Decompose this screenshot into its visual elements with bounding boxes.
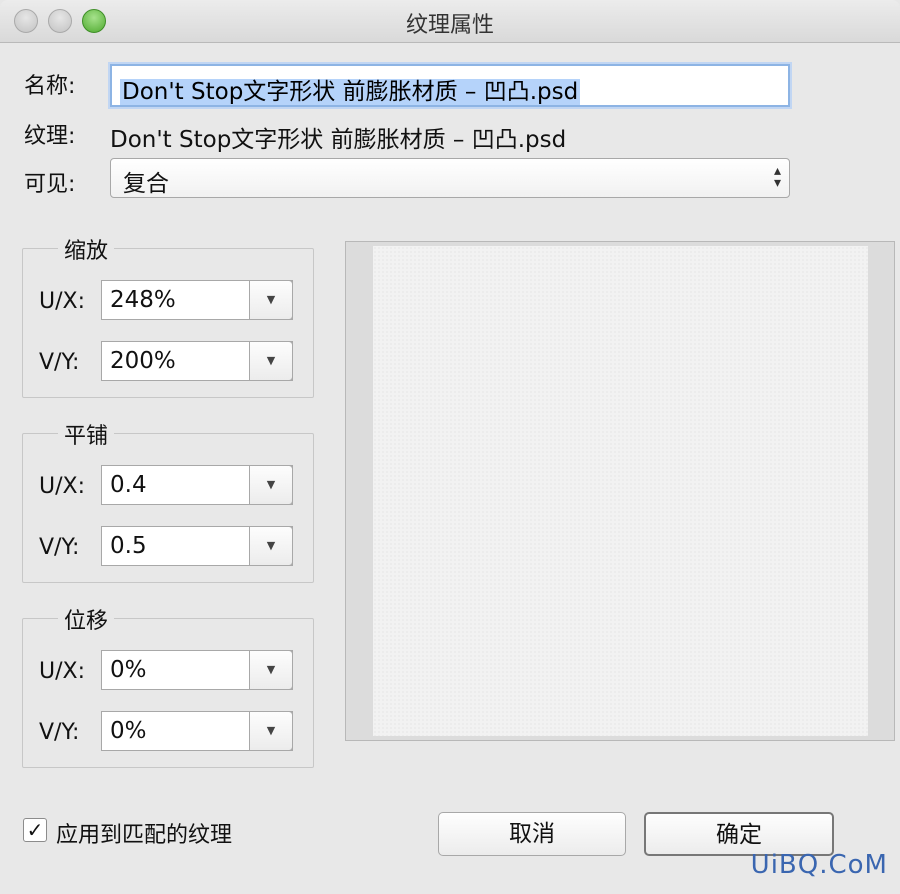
tile-ux-label: U/X: [39, 474, 85, 499]
chevron-down-icon: ▼ [266, 539, 276, 552]
cancel-button[interactable]: 取消 [438, 812, 626, 856]
name-field-value: Don't Stop文字形状 前膨胀材质 – 凹凸.psd [120, 79, 581, 105]
offset-group-title: 位移 [58, 603, 115, 635]
title-bar: 纹理属性 [0, 0, 900, 43]
name-label: 名称: [24, 74, 76, 99]
scale-ux-combo[interactable]: 248% ▼ [101, 280, 293, 320]
offset-ux-label: U/X: [39, 659, 85, 684]
scale-vy-label: V/Y: [39, 350, 80, 375]
scale-ux-label: U/X: [39, 289, 85, 314]
texture-label: 纹理: [24, 124, 76, 149]
up-down-arrows-icon: ▴ ▾ [773, 163, 781, 191]
scale-ux-value: 248% [110, 287, 176, 313]
scale-group-title: 缩放 [58, 233, 115, 265]
scale-group: 缩放 U/X: 248% ▼ V/Y: 200% ▼ [22, 233, 314, 398]
offset-vy-value: 0% [110, 718, 147, 744]
window-title: 纹理属性 [405, 13, 494, 38]
visible-select[interactable]: 复合 ▴ ▾ [110, 158, 790, 198]
name-field[interactable]: Don't Stop文字形状 前膨胀材质 – 凹凸.psd [110, 64, 790, 107]
offset-vy-label: V/Y: [39, 720, 80, 745]
tile-vy-value: 0.5 [110, 533, 147, 559]
texture-preview [345, 241, 895, 741]
offset-group: 位移 U/X: 0% ▼ V/Y: 0% ▼ [22, 603, 314, 768]
tile-ux-combo[interactable]: 0.4 ▼ [101, 465, 293, 505]
tile-vy-dropdown-button[interactable]: ▼ [249, 526, 293, 566]
texture-preview-image [373, 246, 868, 736]
offset-vy-dropdown-button[interactable]: ▼ [249, 711, 293, 751]
texture-value: Don't Stop文字形状 前膨胀材质 – 凹凸.psd [110, 127, 567, 153]
scale-ux-dropdown-button[interactable]: ▼ [249, 280, 293, 320]
visible-label: 可见: [24, 172, 76, 197]
tile-ux-dropdown-button[interactable]: ▼ [249, 465, 293, 505]
chevron-down-icon: ▼ [266, 293, 276, 306]
tile-group-title: 平铺 [58, 418, 115, 450]
tile-group: 平铺 U/X: 0.4 ▼ V/Y: 0.5 ▼ [22, 418, 314, 583]
chevron-down-icon: ▼ [266, 354, 276, 367]
tile-ux-value: 0.4 [110, 472, 147, 498]
chevron-down-icon: ▼ [266, 724, 276, 737]
apply-to-matching-label[interactable]: 应用到匹配的纹理 [56, 817, 232, 849]
texture-properties-dialog: 纹理属性 名称: Don't Stop文字形状 前膨胀材质 – 凹凸.psd 纹… [0, 0, 900, 894]
checkmark-icon: ✓ [26, 818, 44, 842]
offset-ux-dropdown-button[interactable]: ▼ [249, 650, 293, 690]
offset-vy-combo[interactable]: 0% ▼ [101, 711, 293, 751]
scale-vy-dropdown-button[interactable]: ▼ [249, 341, 293, 381]
scale-vy-value: 200% [110, 348, 176, 374]
watermark: UiBQ.CoM [750, 850, 888, 880]
chevron-down-icon: ▼ [266, 663, 276, 676]
chevron-down-icon: ▼ [266, 478, 276, 491]
offset-ux-combo[interactable]: 0% ▼ [101, 650, 293, 690]
tile-vy-combo[interactable]: 0.5 ▼ [101, 526, 293, 566]
scale-vy-combo[interactable]: 200% ▼ [101, 341, 293, 381]
visible-select-value: 复合 [123, 171, 169, 197]
offset-ux-value: 0% [110, 657, 147, 683]
tile-vy-label: V/Y: [39, 535, 80, 560]
apply-to-matching-checkbox[interactable]: ✓ [23, 818, 47, 842]
